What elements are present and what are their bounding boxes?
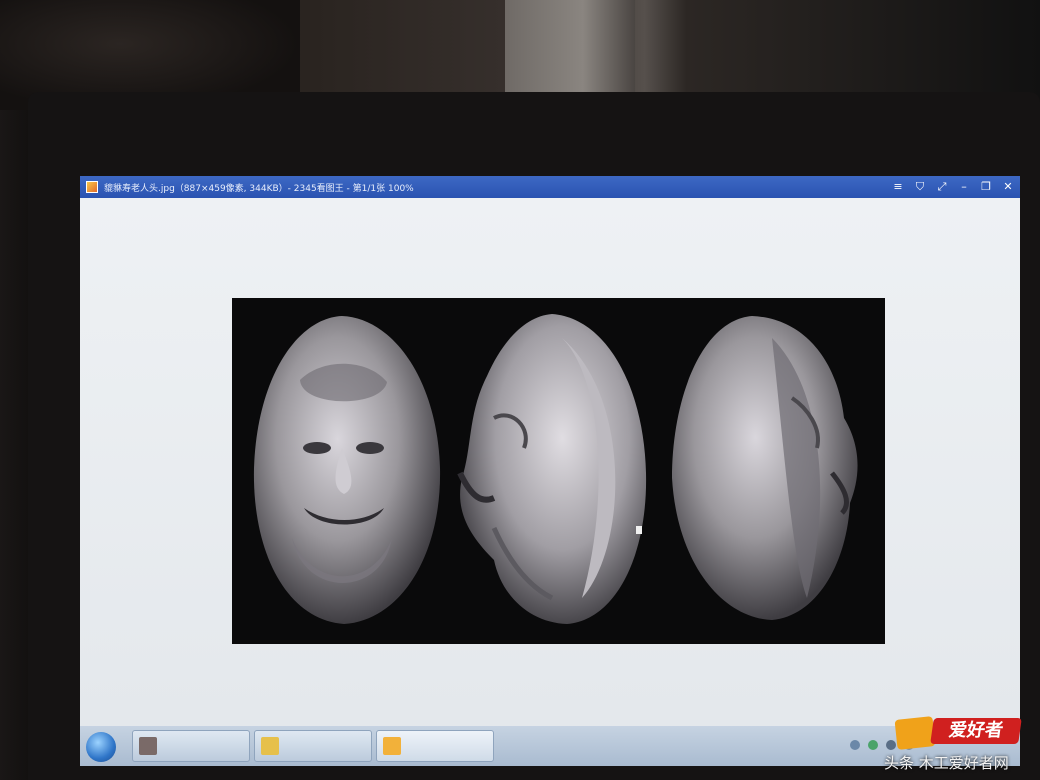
logo-text: 爱好者: [930, 718, 1022, 744]
task-item-3[interactable]: [376, 730, 494, 762]
back-view-head: [672, 316, 858, 620]
menu-icon[interactable]: ≡: [890, 179, 906, 195]
close-icon[interactable]: ✕: [1000, 179, 1016, 195]
folder-icon: [261, 737, 279, 755]
window-titlebar[interactable]: 貔貅寿老人头.jpg（887×459像素, 344KB）- 2345看图王 - …: [80, 176, 1020, 198]
logo-mark-icon: [894, 716, 936, 750]
tray-icon[interactable]: [868, 740, 878, 750]
image-viewer-canvas: [80, 198, 1020, 726]
start-button[interactable]: [86, 732, 116, 762]
front-view-head: [253, 316, 441, 624]
fullscreen-icon[interactable]: ⤢: [934, 179, 950, 195]
image-viewer-icon: [383, 737, 401, 755]
displayed-image[interactable]: [232, 298, 885, 644]
window-title: 貔貅寿老人头.jpg（887×459像素, 344KB）- 2345看图王 - …: [104, 183, 414, 194]
sculpture-render: [253, 314, 858, 624]
hand-cursor-icon: [636, 526, 642, 534]
window-light: [505, 0, 635, 95]
watermark-credit: 头条 木工爱好者网: [884, 754, 1009, 772]
app-icon: [86, 181, 98, 193]
window-controls: ≡ ⛉ ⤢ – ❐ ✕: [890, 176, 1016, 198]
monitor-screen: 貔貅寿老人头.jpg（887×459像素, 344KB）- 2345看图王 - …: [80, 176, 1020, 766]
skin-icon[interactable]: ⛉: [912, 179, 928, 195]
windows-taskbar: [80, 726, 1020, 766]
restore-icon[interactable]: ❐: [978, 179, 994, 195]
task-app-icon: [139, 737, 157, 755]
task-item-2[interactable]: [254, 730, 372, 762]
minimize-icon[interactable]: –: [956, 179, 972, 195]
side-view-head: [457, 314, 647, 624]
network-icon[interactable]: [886, 740, 896, 750]
watermark-logo: 爱好者: [894, 716, 1022, 750]
tray-icon[interactable]: [850, 740, 860, 750]
task-item-1[interactable]: [132, 730, 250, 762]
